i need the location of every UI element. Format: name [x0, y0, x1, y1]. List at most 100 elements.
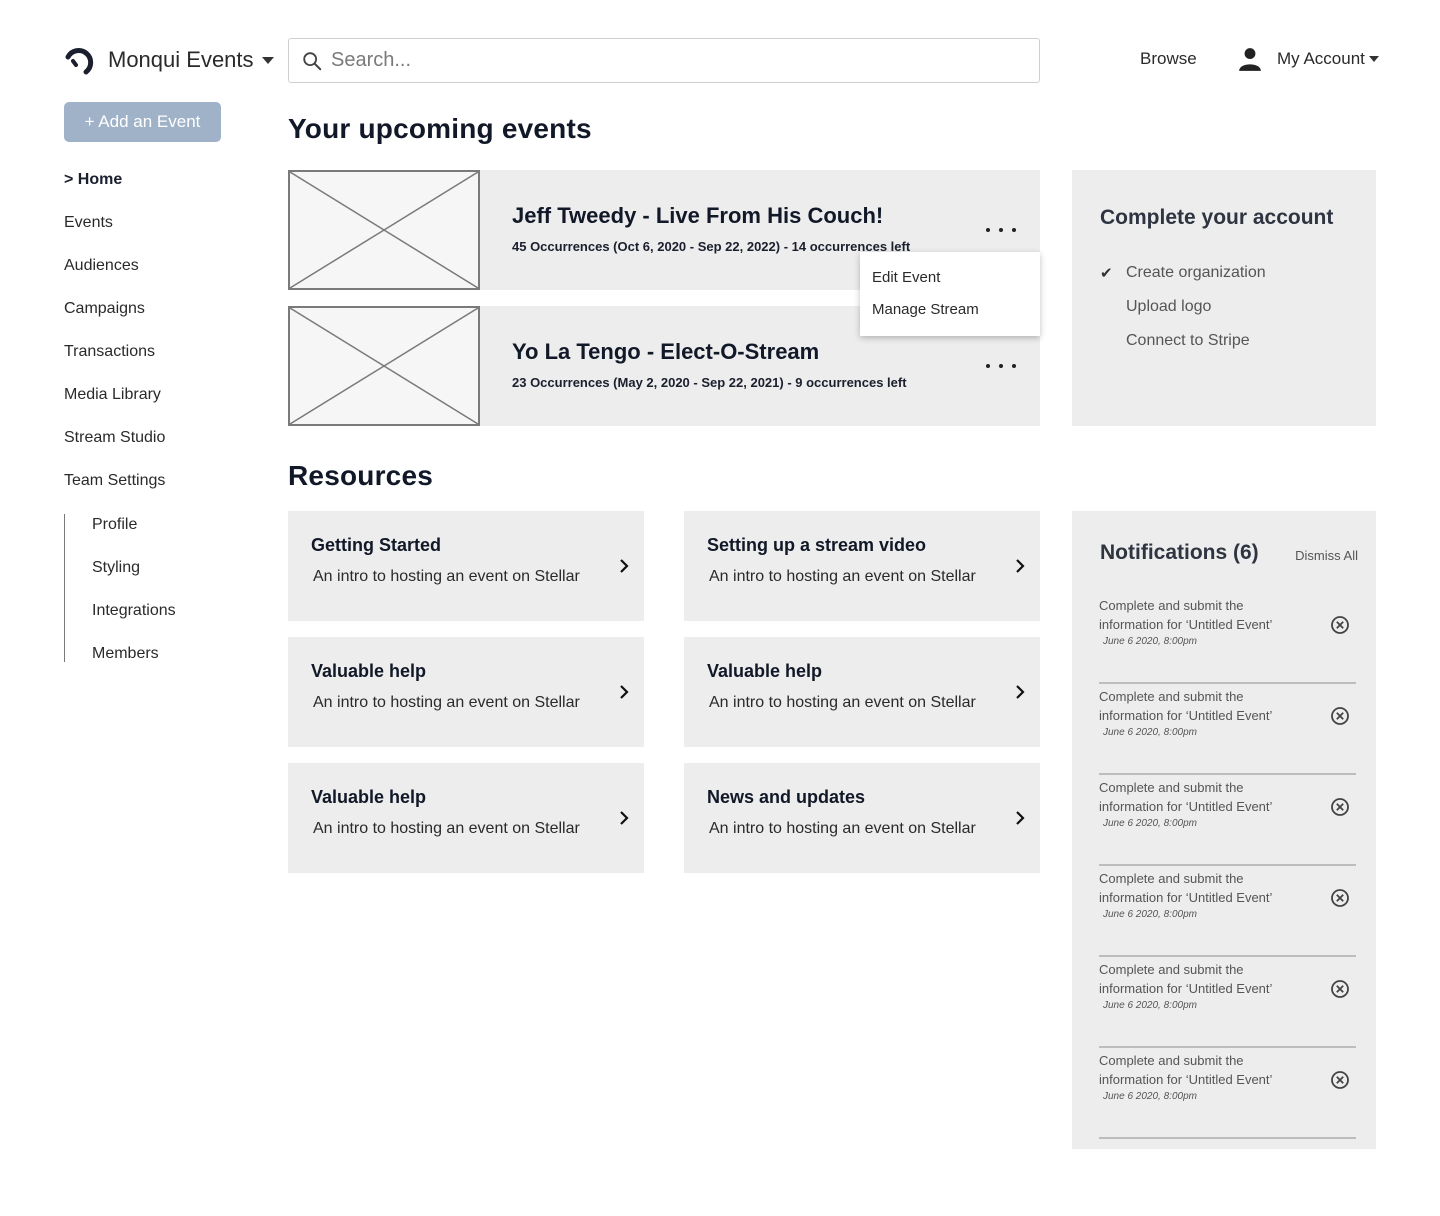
browse-link[interactable]: Browse	[1140, 49, 1197, 69]
notification-text: Complete and submit the information for …	[1099, 1053, 1273, 1087]
sidebar-item-media-library[interactable]: Media Library	[64, 385, 165, 428]
team-settings-subnav: Profile Styling Integrations Members	[64, 514, 176, 662]
account-menu[interactable]: My Account	[1237, 46, 1379, 72]
event-meta: 23 Occurrences (May 2, 2020 - Sep 22, 20…	[512, 375, 907, 390]
chevron-down-icon	[1368, 56, 1379, 62]
sidebar-item-transactions[interactable]: Transactions	[64, 342, 165, 385]
notification-time: June 6 2020, 8:00pm	[1103, 727, 1197, 738]
sidebar-nav: > Home Events Audiences Campaigns Transa…	[64, 170, 165, 514]
brand-logo-icon	[65, 48, 94, 75]
event-options-menu: Edit Event Manage Stream	[860, 252, 1040, 336]
event-title[interactable]: Jeff Tweedy - Live From His Couch!	[512, 203, 883, 229]
notification-time: June 6 2020, 8:00pm	[1103, 818, 1197, 829]
notification-text: Complete and submit the information for …	[1099, 689, 1273, 723]
notification-item: Complete and submit the information for …	[1099, 684, 1356, 775]
resource-title: Valuable help	[311, 661, 427, 681]
close-circle-icon[interactable]	[1330, 615, 1350, 635]
notification-time: June 6 2020, 8:00pm	[1103, 1000, 1197, 1011]
manage-stream-menu-item[interactable]: Manage Stream	[860, 296, 1040, 328]
resources-heading: Resources	[288, 460, 433, 491]
notifications-panel: Notifications (6) Dismiss All Complete a…	[1072, 511, 1376, 1149]
sidebar-item-home[interactable]: > Home	[64, 170, 165, 213]
more-options-icon[interactable]	[986, 358, 1016, 374]
resource-card[interactable]: Valuable help An intro to hosting an eve…	[288, 763, 644, 873]
chevron-right-icon	[620, 811, 629, 825]
resource-card[interactable]: Setting up a stream video An intro to ho…	[684, 511, 1040, 621]
event-image-placeholder	[288, 170, 480, 290]
close-circle-icon[interactable]	[1330, 888, 1350, 908]
notification-text: Complete and submit the information for …	[1099, 871, 1273, 905]
checklist-item-connect-stripe[interactable]: Connect to Stripe	[1100, 324, 1348, 358]
edit-event-menu-item[interactable]: Edit Event	[860, 264, 1040, 296]
event-image-placeholder	[288, 306, 480, 426]
complete-account-panel: Complete your account ✔ Create organizat…	[1072, 170, 1376, 426]
sidebar-item-integrations[interactable]: Integrations	[92, 600, 176, 643]
notification-text: Complete and submit the information for …	[1099, 962, 1273, 996]
dismiss-all-button[interactable]: Dismiss All	[1295, 548, 1358, 563]
chevron-right-icon	[620, 685, 629, 699]
sidebar-item-members[interactable]: Members	[92, 643, 176, 686]
resource-card[interactable]: Getting Started An intro to hosting an e…	[288, 511, 644, 621]
sidebar-item-audiences[interactable]: Audiences	[64, 256, 165, 299]
image-placeholder-icon	[290, 308, 478, 424]
account-label: My Account	[1277, 49, 1365, 68]
notification-time: June 6 2020, 8:00pm	[1103, 909, 1197, 920]
notification-item: Complete and submit the information for …	[1099, 866, 1356, 957]
user-icon	[1239, 48, 1261, 71]
chevron-right-icon	[620, 559, 629, 573]
chevron-right-icon	[1016, 811, 1025, 825]
close-circle-icon[interactable]	[1330, 1070, 1350, 1090]
add-event-button[interactable]: + Add an Event	[64, 102, 221, 142]
notifications-title: Notifications (6)	[1100, 541, 1259, 564]
event-title[interactable]: Yo La Tengo - Elect-O-Stream	[512, 339, 819, 365]
checklist-item-create-organization[interactable]: ✔ Create organization	[1100, 256, 1348, 290]
close-circle-icon[interactable]	[1330, 979, 1350, 999]
notification-time: June 6 2020, 8:00pm	[1103, 636, 1197, 647]
notification-time: June 6 2020, 8:00pm	[1103, 1091, 1197, 1102]
notification-item: Complete and submit the information for …	[1099, 775, 1356, 866]
resource-title: News and updates	[707, 787, 866, 807]
sidebar-item-styling[interactable]: Styling	[92, 557, 176, 600]
check-icon: ✔	[1100, 265, 1113, 282]
notification-text: Complete and submit the information for …	[1099, 780, 1273, 814]
chevron-right-icon	[1016, 685, 1025, 699]
checklist-label: Create organization	[1126, 264, 1266, 281]
resource-title: Valuable help	[707, 661, 823, 681]
checklist-label: Connect to Stripe	[1126, 332, 1250, 349]
checklist-label: Upload logo	[1126, 298, 1212, 315]
search-input[interactable]	[331, 49, 1011, 72]
sidebar-item-profile[interactable]: Profile	[92, 514, 176, 557]
chevron-down-icon	[261, 56, 274, 64]
resource-card[interactable]: Valuable help An intro to hosting an eve…	[288, 637, 644, 747]
resource-title: Valuable help	[311, 787, 427, 807]
notification-text: Complete and submit the information for …	[1099, 598, 1273, 632]
resource-description: An intro to hosting an event on Stellar	[709, 694, 976, 711]
resource-description: An intro to hosting an event on Stellar	[313, 820, 580, 837]
more-options-icon[interactable]	[986, 222, 1016, 238]
sidebar-item-events[interactable]: Events	[64, 213, 165, 256]
search-bar[interactable]	[288, 38, 1040, 83]
search-icon	[303, 51, 322, 70]
resource-title: Setting up a stream video	[707, 535, 927, 555]
notification-list: Complete and submit the information for …	[1099, 593, 1356, 1139]
account-checklist: ✔ Create organization Upload logo Connec…	[1100, 256, 1348, 358]
checklist-item-upload-logo[interactable]: Upload logo	[1100, 290, 1348, 324]
chevron-right-icon	[1016, 559, 1025, 573]
resource-title: Getting Started	[311, 535, 442, 555]
resource-card[interactable]: News and updates An intro to hosting an …	[684, 763, 1040, 873]
close-circle-icon[interactable]	[1330, 797, 1350, 817]
sidebar-item-campaigns[interactable]: Campaigns	[64, 299, 165, 342]
image-placeholder-icon	[290, 172, 478, 288]
resource-description: An intro to hosting an event on Stellar	[709, 820, 976, 837]
page-title: Your upcoming events	[288, 113, 592, 144]
sidebar-item-team-settings[interactable]: Team Settings	[64, 471, 165, 514]
close-circle-icon[interactable]	[1330, 706, 1350, 726]
notification-item: Complete and submit the information for …	[1099, 593, 1356, 684]
resource-card[interactable]: Valuable help An intro to hosting an eve…	[684, 637, 1040, 747]
sidebar-item-stream-studio[interactable]: Stream Studio	[64, 428, 165, 471]
resource-description: An intro to hosting an event on Stellar	[313, 694, 580, 711]
resource-description: An intro to hosting an event on Stellar	[709, 568, 976, 585]
brand-name: Monqui Events	[108, 47, 254, 72]
notification-item: Complete and submit the information for …	[1099, 957, 1356, 1048]
brand-menu[interactable]: Monqui Events	[64, 40, 274, 80]
